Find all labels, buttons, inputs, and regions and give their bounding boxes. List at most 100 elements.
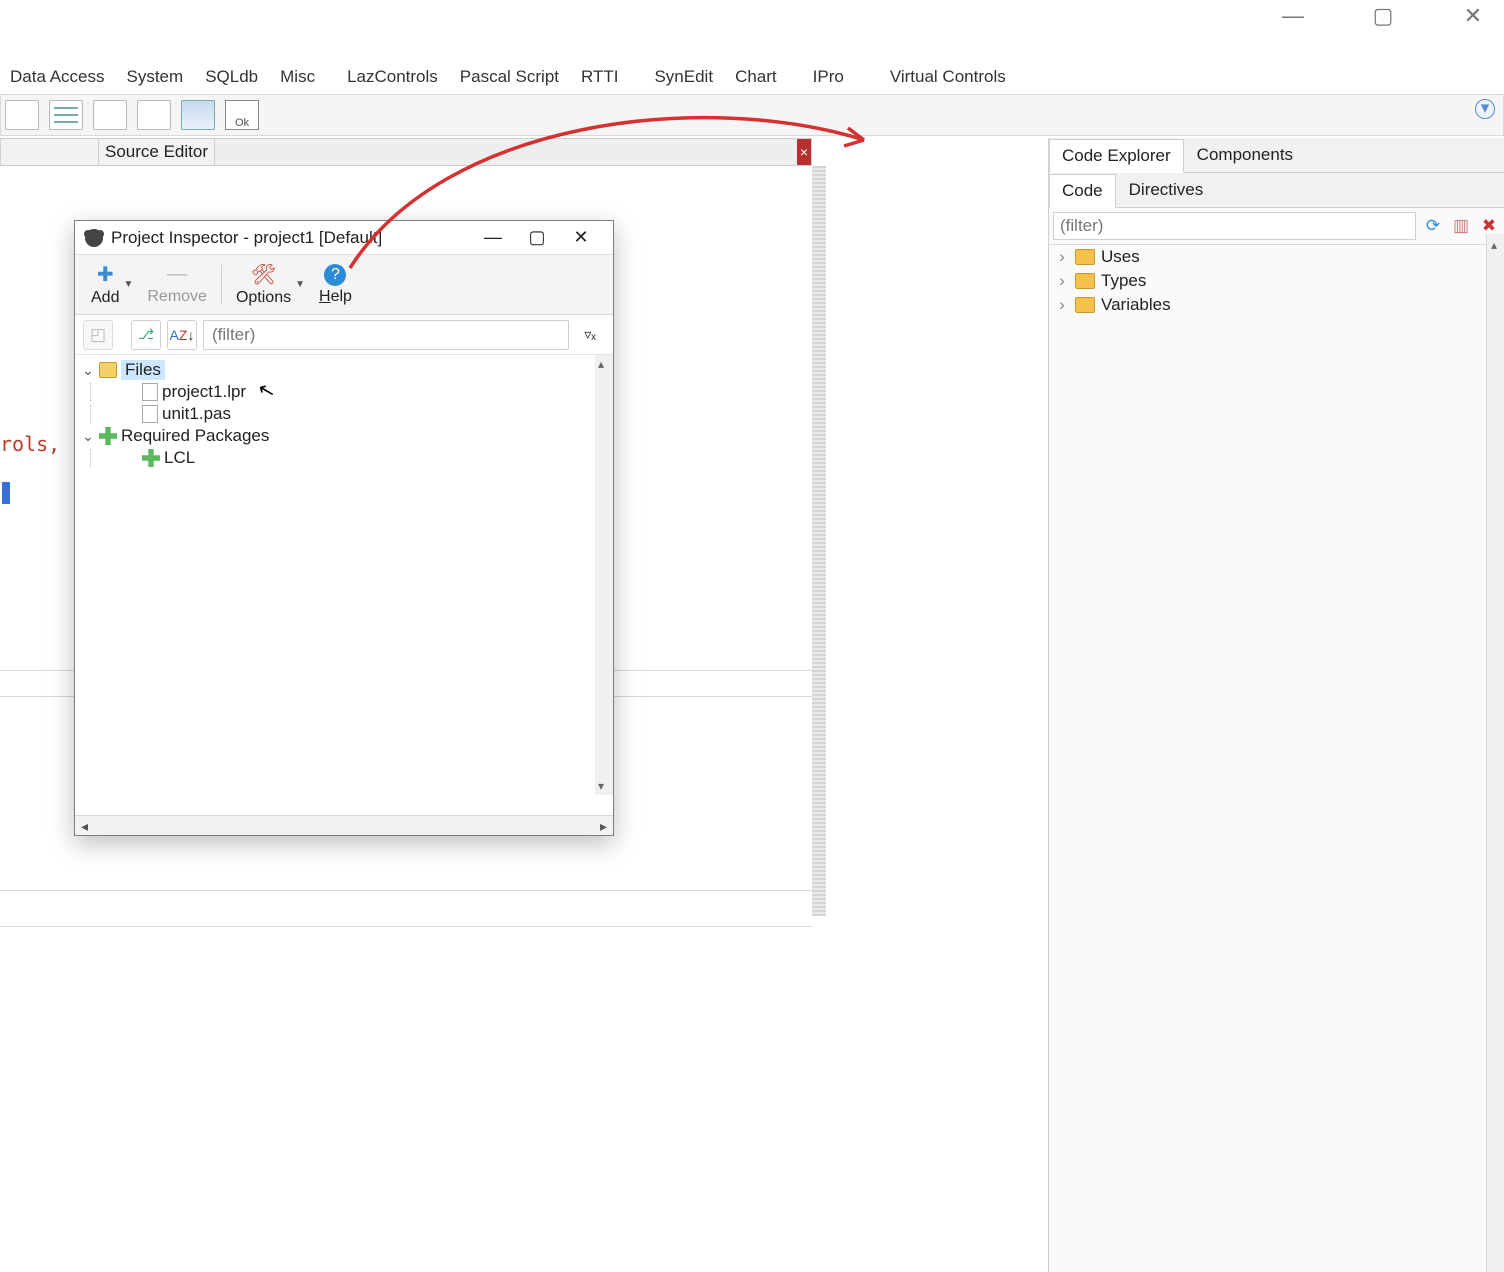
project-inspector-window: Project Inspector - project1 [Default] —…	[74, 220, 614, 836]
pi-add-button[interactable]: ✚ Add	[81, 260, 129, 309]
tree-node-files[interactable]: ⌄ Files	[81, 359, 607, 381]
pi-remove-button: — Remove	[137, 261, 217, 308]
palette-tab-misc[interactable]: Misc	[274, 65, 321, 89]
tree-indent	[90, 383, 138, 401]
right-panel-tabs: Code Explorer Components	[1049, 138, 1504, 173]
palette-tab-virtual-controls[interactable]: Virtual Controls	[884, 65, 1012, 89]
file-label: project1.lpr	[162, 382, 246, 402]
pi-close-button[interactable]: ✕	[559, 227, 603, 248]
tab-code[interactable]: Code	[1049, 174, 1116, 208]
component-palette-toolbar: Ok ▾	[0, 94, 1504, 136]
tree-indent	[90, 405, 138, 423]
folder-icon	[99, 362, 117, 378]
file-label: unit1.pas	[162, 404, 231, 424]
main-close-button[interactable]: ✕	[1450, 3, 1496, 29]
project-inspector-titlebar[interactable]: Project Inspector - project1 [Default] —…	[75, 221, 613, 255]
code-fragment: rols,	[0, 432, 60, 456]
palette-item-2[interactable]	[49, 100, 83, 130]
pi-minimize-button[interactable]: —	[471, 227, 515, 248]
scroll-left-icon: ◂	[81, 818, 88, 835]
code-explorer-filter-input[interactable]: (filter)	[1053, 212, 1416, 240]
tree-package-lcl[interactable]: LCL	[81, 447, 607, 469]
tab-code-explorer[interactable]: Code Explorer	[1049, 139, 1184, 173]
package-label: LCL	[164, 448, 195, 468]
palette-item-ok[interactable]: Ok	[225, 100, 259, 130]
source-editor-tab-area[interactable]	[215, 139, 797, 165]
pi-help-label: Help	[319, 288, 352, 306]
folder-icon	[1075, 297, 1095, 313]
expand-toggle-icon[interactable]: ⌄	[81, 428, 95, 445]
scroll-right-icon: ▸	[600, 818, 607, 835]
main-maximize-button[interactable]: ▢	[1360, 3, 1406, 29]
vertical-drag-handle[interactable]	[812, 166, 826, 916]
tree-node-variables[interactable]: › Variables	[1049, 293, 1504, 317]
minus-icon: —	[167, 263, 187, 286]
tree-node-label: Variables	[1101, 295, 1171, 315]
dropdown-caret-icon[interactable]: ▼	[295, 279, 305, 290]
palette-tab-system[interactable]: System	[121, 65, 190, 89]
pi-help-button[interactable]: ? Help	[309, 262, 362, 308]
right-panel-subtabs: Code Directives	[1049, 173, 1504, 208]
palette-item-panel[interactable]	[181, 100, 215, 130]
palette-item-4[interactable]	[137, 100, 171, 130]
code-explorer-filter-row: (filter) ⟳ ▥ ✖	[1049, 208, 1504, 245]
lazarus-paw-icon	[85, 229, 103, 247]
right-panel-scrollbar[interactable]: ▴	[1486, 234, 1504, 1272]
tree-node-required-packages[interactable]: ⌄ Required Packages	[81, 425, 607, 447]
pi-options-button[interactable]: 🛠 Options	[226, 260, 301, 309]
refresh-icon[interactable]: ⟳	[1422, 215, 1444, 237]
tab-directives[interactable]: Directives	[1116, 173, 1217, 207]
folder-icon	[1075, 273, 1095, 289]
packages-label: Required Packages	[121, 426, 269, 446]
palette-item-1[interactable]	[5, 100, 39, 130]
palette-tab-rtti[interactable]: RTTI	[575, 65, 624, 89]
pi-maximize-button[interactable]: ▢	[515, 227, 559, 248]
source-editor-close-button[interactable]: ×	[797, 139, 811, 165]
main-window-titlebar: — ▢ ✕	[0, 0, 1504, 32]
palette-tab-data-access[interactable]: Data Access	[4, 65, 111, 89]
pi-tree-button[interactable]: ⎇	[131, 320, 161, 350]
package-icon	[99, 427, 117, 445]
expand-toggle-icon[interactable]: ⌄	[81, 362, 95, 379]
palette-collapse-button[interactable]: ▾	[1475, 99, 1495, 119]
plus-icon: ✚	[97, 262, 114, 287]
file-icon	[142, 405, 158, 423]
tree-node-types[interactable]: › Types	[1049, 269, 1504, 293]
project-inspector-tree[interactable]: ⌄ Files project1.lpr unit1.pas ⌄ Require…	[75, 355, 613, 815]
pi-sort-button[interactable]: AZ↓	[167, 320, 197, 350]
scroll-up-icon: ▴	[1491, 238, 1497, 252]
palette-tab-lazcontrols[interactable]: LazControls	[341, 65, 444, 89]
tree-node-label: Uses	[1101, 247, 1140, 267]
file-icon	[142, 383, 158, 401]
project-inspector-filter-row: ◰ ⎇ AZ↓ (filter) ▿ₓ	[75, 315, 613, 355]
tree-node-label: Types	[1101, 271, 1146, 291]
dropdown-caret-icon[interactable]: ▼	[123, 279, 133, 290]
palette-tab-ipro[interactable]: IPro	[807, 65, 850, 89]
pi-remove-label: Remove	[147, 288, 207, 306]
tree-file-project1[interactable]: project1.lpr	[81, 381, 607, 403]
pi-add-label: Add	[91, 289, 119, 307]
help-icon: ?	[324, 264, 346, 286]
palette-tab-chart[interactable]: Chart	[729, 65, 783, 89]
pi-horizontal-scrollbar[interactable]: ◂ ▸	[75, 815, 613, 835]
palette-tab-synedit[interactable]: SynEdit	[648, 65, 719, 89]
tree-file-unit1[interactable]: unit1.pas	[81, 403, 607, 425]
main-minimize-button[interactable]: —	[1270, 3, 1316, 29]
mode-icon[interactable]: ▥	[1450, 215, 1472, 237]
pi-filter-input[interactable]: (filter)	[203, 320, 569, 350]
palette-tab-sqldb[interactable]: SQLdb	[199, 65, 264, 89]
tab-components[interactable]: Components	[1184, 138, 1306, 172]
project-inspector-toolbar: ✚ Add ▼ — Remove 🛠 Options ▼ ? Help	[75, 255, 613, 315]
pi-vertical-scrollbar[interactable]: ▴ ▾	[595, 355, 613, 795]
tree-indent	[90, 449, 138, 467]
palette-item-3[interactable]	[93, 100, 127, 130]
pi-clear-filter-button[interactable]: ▿ₓ	[575, 320, 605, 350]
source-editor-titlebar: Source Editor ×	[0, 138, 812, 166]
folder-icon	[1075, 249, 1095, 265]
tree-node-uses[interactable]: › Uses	[1049, 245, 1504, 269]
source-editor-label: Source Editor	[99, 139, 215, 165]
toolbar-separator	[221, 265, 222, 305]
palette-tab-pascal-script[interactable]: Pascal Script	[454, 65, 565, 89]
wrench-icon: 🛠	[251, 262, 276, 287]
chevron-right-icon: ›	[1055, 271, 1069, 291]
